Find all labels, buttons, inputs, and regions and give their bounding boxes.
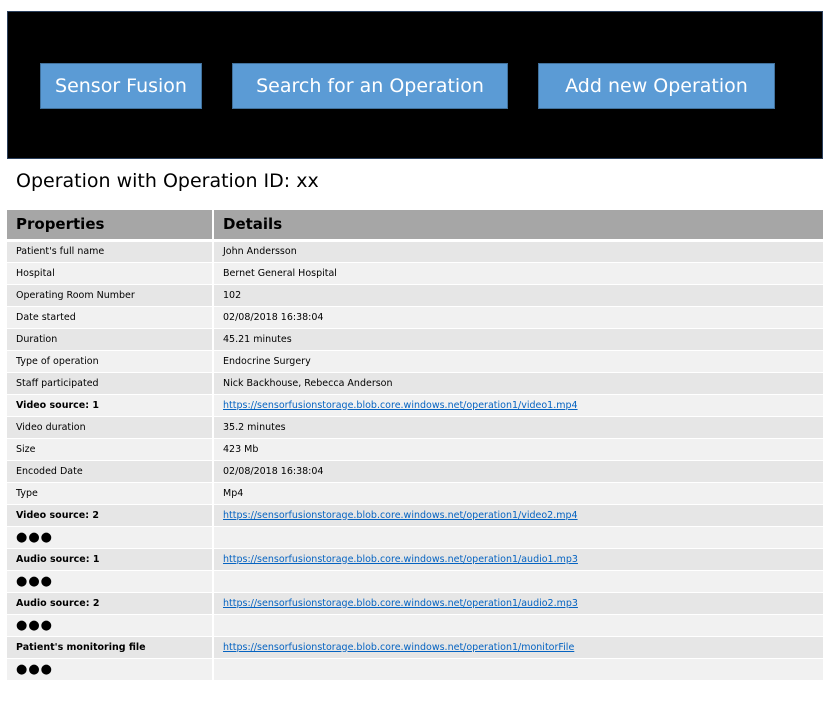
value-cell: Nick Backhouse, Rebecca Anderson	[213, 372, 823, 395]
property-cell: Staff participated	[7, 372, 214, 395]
value-cell: 423 Mb	[213, 438, 823, 461]
column-header-details: Details	[213, 210, 823, 242]
value-cell: 02/08/2018 16:38:04	[213, 306, 823, 329]
value-cell: https://sensorfusionstorage.blob.core.wi…	[213, 504, 823, 527]
property-cell: Duration	[7, 328, 214, 351]
table-row: Patient's monitoring file https://sensor…	[7, 636, 823, 659]
table-row: Patient's full name John Andersson	[7, 240, 823, 263]
table-row: Audio source: 1 https://sensorfusionstor…	[7, 548, 823, 571]
value-cell: https://sensorfusionstorage.blob.core.wi…	[213, 548, 823, 571]
table-row: Duration 45.21 minutes	[7, 328, 823, 351]
monitoring-file-link[interactable]: https://sensorfusionstorage.blob.core.wi…	[223, 642, 574, 653]
ellipsis-more-indicator: ●●●	[7, 614, 214, 637]
property-cell: Patient's monitoring file	[7, 636, 214, 659]
property-cell: Type	[7, 482, 214, 505]
value-cell	[213, 614, 823, 637]
property-cell: Type of operation	[7, 350, 214, 373]
table-row: ●●●	[7, 526, 823, 549]
table-row: Staff participated Nick Backhouse, Rebec…	[7, 372, 823, 395]
property-cell: Audio source: 2	[7, 592, 214, 615]
property-cell: Size	[7, 438, 214, 461]
table-row: Audio source: 2 https://sensorfusionstor…	[7, 592, 823, 615]
value-cell: https://sensorfusionstorage.blob.core.wi…	[213, 592, 823, 615]
value-cell: Mp4	[213, 482, 823, 505]
value-cell: https://sensorfusionstorage.blob.core.wi…	[213, 636, 823, 659]
value-cell: Endocrine Surgery	[213, 350, 823, 373]
top-navigation-bar: Sensor Fusion Search for an Operation Ad…	[7, 11, 823, 159]
table-row: Operating Room Number 102	[7, 284, 823, 307]
table-row: Video source: 2 https://sensorfusionstor…	[7, 504, 823, 527]
table-row: ●●●	[7, 570, 823, 593]
table-row: Video duration 35.2 minutes	[7, 416, 823, 439]
column-header-properties: Properties	[7, 210, 214, 242]
value-cell	[213, 658, 823, 681]
value-cell: Bernet General Hospital	[213, 262, 823, 285]
video-source-2-link[interactable]: https://sensorfusionstorage.blob.core.wi…	[223, 510, 578, 521]
value-cell	[213, 526, 823, 549]
property-cell: Encoded Date	[7, 460, 214, 483]
table-row: Video source: 1 https://sensorfusionstor…	[7, 394, 823, 417]
operation-details-table: Properties Details Patient's full name J…	[7, 210, 823, 681]
table-row: Size 423 Mb	[7, 438, 823, 461]
property-cell: Patient's full name	[7, 240, 214, 263]
property-cell: Video source: 1	[7, 394, 214, 417]
ellipsis-more-indicator: ●●●	[7, 526, 214, 549]
add-new-operation-button[interactable]: Add new Operation	[538, 63, 775, 109]
audio-source-2-link[interactable]: https://sensorfusionstorage.blob.core.wi…	[223, 598, 578, 609]
property-cell: Audio source: 1	[7, 548, 214, 571]
video-source-1-link[interactable]: https://sensorfusionstorage.blob.core.wi…	[223, 400, 578, 411]
page-title: Operation with Operation ID: xx	[16, 170, 319, 192]
sensor-fusion-button[interactable]: Sensor Fusion	[40, 63, 202, 109]
value-cell: 02/08/2018 16:38:04	[213, 460, 823, 483]
value-cell: https://sensorfusionstorage.blob.core.wi…	[213, 394, 823, 417]
table-row: ●●●	[7, 658, 823, 681]
table-row: Date started 02/08/2018 16:38:04	[7, 306, 823, 329]
search-operation-button[interactable]: Search for an Operation	[232, 63, 508, 109]
value-cell: John Andersson	[213, 240, 823, 263]
value-cell	[213, 570, 823, 593]
value-cell: 102	[213, 284, 823, 307]
audio-source-1-link[interactable]: https://sensorfusionstorage.blob.core.wi…	[223, 554, 578, 565]
property-cell: Operating Room Number	[7, 284, 214, 307]
table-row: Hospital Bernet General Hospital	[7, 262, 823, 285]
ellipsis-more-indicator: ●●●	[7, 658, 214, 681]
table-row: ●●●	[7, 614, 823, 637]
table-row: Type of operation Endocrine Surgery	[7, 350, 823, 373]
property-cell: Date started	[7, 306, 214, 329]
table-header-row: Properties Details	[7, 210, 823, 242]
value-cell: 35.2 minutes	[213, 416, 823, 439]
ellipsis-more-indicator: ●●●	[7, 570, 214, 593]
value-cell: 45.21 minutes	[213, 328, 823, 351]
property-cell: Hospital	[7, 262, 214, 285]
table-row: Type Mp4	[7, 482, 823, 505]
table-row: Encoded Date 02/08/2018 16:38:04	[7, 460, 823, 483]
property-cell: Video duration	[7, 416, 214, 439]
property-cell: Video source: 2	[7, 504, 214, 527]
